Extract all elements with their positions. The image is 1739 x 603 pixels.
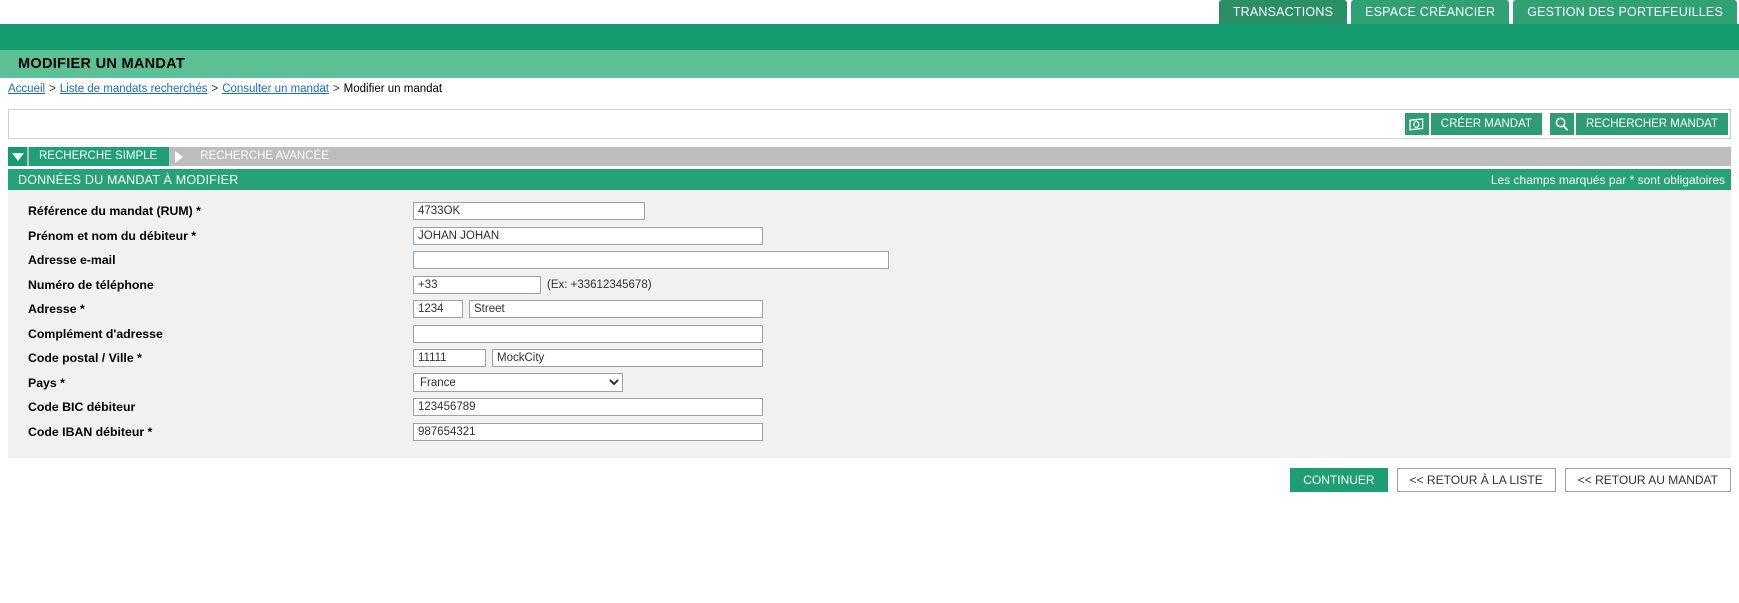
- zip-code-input[interactable]: [413, 349, 486, 368]
- form-row-phone: Numéro de téléphone (Ex: +33612345678): [8, 273, 1731, 298]
- nav-tab-espace-creancier[interactable]: ESPACE CRÉANCIER: [1351, 0, 1510, 24]
- search-tabs-filler: [342, 147, 1731, 166]
- label-bic: Code BIC débiteur: [28, 400, 136, 415]
- nav-tab-gestion-portefeuilles-label: GESTION DES PORTEFEUILLES: [1527, 5, 1723, 19]
- page-title-bar: MODIFIER UN MANDAT: [0, 50, 1739, 78]
- banknote-icon: [1404, 113, 1429, 135]
- creer-mandat-button[interactable]: CRÉER MANDAT: [1404, 113, 1542, 135]
- form-row-iban: Code IBAN débiteur *: [8, 420, 1731, 445]
- label-address: Adresse *: [28, 302, 85, 317]
- phone-format-hint: (Ex: +33612345678): [547, 278, 652, 291]
- tab-recherche-avancee[interactable]: RECHERCHE AVANCÉE: [169, 147, 341, 166]
- form-actions: CONTINUER << RETOUR À LA LISTE << RETOUR…: [8, 468, 1731, 492]
- breadcrumb-item-accueil[interactable]: Accueil: [8, 83, 45, 95]
- nav-tab-transactions-label: TRANSACTIONS: [1232, 5, 1334, 19]
- top-navigation: TRANSACTIONS ESPACE CRÉANCIER GESTION DE…: [0, 0, 1739, 24]
- breadcrumb-separator: >: [49, 83, 56, 95]
- retour-a-la-liste-button[interactable]: << RETOUR À LA LISTE: [1396, 468, 1556, 492]
- form-row-rum: Référence du mandat (RUM) *: [8, 199, 1731, 224]
- breadcrumb-item-liste-mandats[interactable]: Liste de mandats recherchés: [60, 83, 208, 95]
- form-row-address: Adresse *: [8, 297, 1731, 322]
- magnifier-icon: [1549, 113, 1574, 135]
- form-row-country: Pays * France: [8, 371, 1731, 396]
- rum-input[interactable]: [413, 202, 645, 221]
- required-fields-note: Les champs marqués par * sont obligatoir…: [1490, 172, 1725, 187]
- email-input[interactable]: [413, 251, 889, 270]
- bic-input[interactable]: [413, 398, 763, 417]
- country-select[interactable]: France: [413, 373, 623, 393]
- nav-tab-espace-creancier-label: ESPACE CRÉANCIER: [1365, 5, 1496, 19]
- label-address-complement: Complément d'adresse: [28, 326, 163, 341]
- form-row-bic: Code BIC débiteur: [8, 395, 1731, 420]
- city-input[interactable]: [492, 349, 763, 368]
- breadcrumb-item-current: Modifier un mandat: [343, 83, 443, 95]
- nav-tab-gestion-portefeuilles[interactable]: GESTION DES PORTEFEUILLES: [1513, 0, 1737, 24]
- tab-recherche-simple[interactable]: RECHERCHE SIMPLE: [8, 147, 170, 166]
- breadcrumb: Accueil > Liste de mandats recherchés > …: [0, 78, 1739, 100]
- form-row-email: Adresse e-mail: [8, 248, 1731, 273]
- address-number-input[interactable]: [413, 300, 463, 319]
- triangle-right-icon: [169, 147, 189, 166]
- header-green-band: [0, 24, 1739, 50]
- rechercher-mandat-label: RECHERCHER MANDAT: [1575, 113, 1728, 135]
- label-iban: Code IBAN débiteur *: [28, 424, 153, 439]
- nav-tab-transactions[interactable]: TRANSACTIONS: [1218, 0, 1348, 24]
- mandate-form: Référence du mandat (RUM) * Prénom et no…: [8, 190, 1731, 458]
- label-debtor-name: Prénom et nom du débiteur *: [28, 228, 197, 243]
- breadcrumb-separator: >: [332, 83, 340, 95]
- debtor-name-input[interactable]: [413, 226, 763, 245]
- continuer-button[interactable]: CONTINUER: [1290, 468, 1388, 492]
- label-rum: Référence du mandat (RUM) *: [28, 204, 201, 219]
- form-row-debtor-name: Prénom et nom du débiteur *: [8, 224, 1731, 249]
- section-title: DONNÉES DU MANDAT À MODIFIER: [18, 172, 239, 187]
- label-zip-city: Code postal / Ville *: [28, 351, 142, 366]
- triangle-down-icon: [8, 147, 27, 166]
- label-email: Adresse e-mail: [28, 253, 116, 268]
- label-phone: Numéro de téléphone: [28, 277, 154, 292]
- rechercher-mandat-button[interactable]: RECHERCHER MANDAT: [1549, 113, 1728, 135]
- phone-input[interactable]: [413, 275, 541, 294]
- breadcrumb-separator: >: [211, 83, 219, 95]
- address-street-input[interactable]: [469, 300, 763, 319]
- creer-mandat-label: CRÉER MANDAT: [1430, 113, 1542, 135]
- label-country: Pays *: [28, 375, 65, 390]
- page-title: MODIFIER UN MANDAT: [18, 56, 186, 72]
- form-row-zip-city: Code postal / Ville *: [8, 346, 1731, 371]
- section-header: DONNÉES DU MANDAT À MODIFIER Les champs …: [8, 169, 1731, 190]
- form-row-address-complement: Complément d'adresse: [8, 322, 1731, 347]
- address-complement-input[interactable]: [413, 324, 763, 343]
- action-toolbar: CRÉER MANDAT RECHERCHER MANDAT: [8, 109, 1731, 139]
- tab-recherche-simple-label: RECHERCHE SIMPLE: [29, 147, 170, 166]
- breadcrumb-item-consulter-mandat[interactable]: Consulter un mandat: [222, 83, 329, 95]
- search-mode-tabs: RECHERCHE SIMPLE RECHERCHE AVANCÉE: [8, 147, 1731, 166]
- tab-recherche-avancee-label: RECHERCHE AVANCÉE: [190, 147, 341, 166]
- iban-input[interactable]: [413, 422, 763, 441]
- retour-au-mandat-button[interactable]: << RETOUR AU MANDAT: [1564, 468, 1731, 492]
